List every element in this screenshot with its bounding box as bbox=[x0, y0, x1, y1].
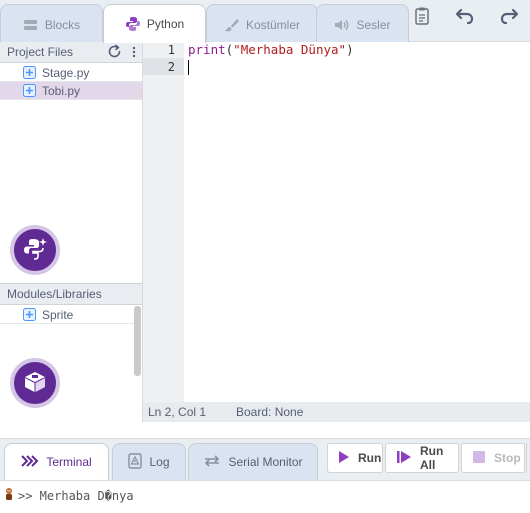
undo-button[interactable] bbox=[454, 6, 476, 28]
python-icon bbox=[125, 16, 141, 32]
top-tab-strip: Blocks Python Kostümler Sesler bbox=[0, 0, 530, 44]
tab-terminal-label: Terminal bbox=[46, 455, 92, 469]
add-library-button[interactable] bbox=[10, 358, 60, 408]
stop-icon bbox=[472, 450, 486, 467]
stop-label: Stop bbox=[494, 451, 521, 465]
blocks-icon bbox=[23, 17, 39, 33]
run-button[interactable]: Run bbox=[327, 443, 383, 473]
redo-button[interactable] bbox=[498, 6, 520, 28]
tab-python[interactable]: Python bbox=[103, 4, 206, 43]
undo-icon bbox=[455, 7, 475, 28]
stop-button[interactable]: Stop bbox=[461, 443, 525, 473]
python-file-icon bbox=[23, 66, 36, 79]
more-vertical-icon[interactable] bbox=[132, 46, 136, 61]
board-status: Board: None bbox=[236, 405, 304, 419]
sprite-avatar-icon bbox=[3, 487, 15, 501]
text-cursor bbox=[188, 60, 189, 75]
tab-blocks-label: Blocks bbox=[44, 17, 81, 32]
line-number: 2 bbox=[167, 60, 175, 74]
code-keyword: print bbox=[188, 42, 226, 57]
clipboard-icon bbox=[414, 6, 430, 29]
status-bar: Ln 2, Col 1 Board: None bbox=[143, 402, 530, 422]
tab-terminal[interactable]: Terminal bbox=[4, 443, 109, 480]
project-files-title: Project Files bbox=[7, 45, 74, 59]
run-label: Run bbox=[358, 451, 382, 465]
redo-icon bbox=[499, 7, 519, 28]
tab-log[interactable]: Log bbox=[112, 443, 186, 480]
speaker-icon bbox=[334, 17, 350, 33]
play-all-icon bbox=[396, 450, 412, 467]
brush-icon bbox=[224, 17, 240, 33]
module-item-label: Sprite bbox=[42, 307, 74, 322]
code-string: "Merhaba Dünya" bbox=[233, 42, 347, 57]
cursor-position: Ln 2, Col 1 bbox=[148, 405, 207, 419]
add-python-file-button[interactable] bbox=[10, 225, 60, 275]
package-icon bbox=[23, 370, 47, 397]
module-item-sprite[interactable]: Sprite bbox=[0, 306, 134, 324]
tab-costumes[interactable]: Kostümler bbox=[206, 4, 318, 44]
tab-log-label: Log bbox=[149, 455, 170, 469]
code-editor[interactable]: 1 2 print("Merhaba Dünya") bbox=[143, 42, 530, 402]
modules-header: Modules/Libraries bbox=[0, 283, 142, 305]
clipboard-button[interactable] bbox=[411, 6, 433, 28]
code-line[interactable]: print("Merhaba Dünya") bbox=[188, 42, 354, 57]
run-all-button[interactable]: Run All bbox=[385, 443, 459, 473]
code-paren-close: ) bbox=[346, 42, 354, 57]
tab-sounds-label: Sesler bbox=[356, 17, 391, 32]
terminal-line: >> Merhaba D�nya bbox=[18, 489, 134, 503]
chevrons-right-icon bbox=[21, 454, 39, 470]
tab-serial-label: Serial Monitor bbox=[228, 455, 303, 469]
project-files-header: Project Files bbox=[0, 42, 142, 63]
play-icon bbox=[338, 450, 350, 467]
log-icon bbox=[128, 452, 143, 472]
tab-serial-monitor[interactable]: Serial Monitor bbox=[188, 443, 318, 480]
control-bar-edge bbox=[526, 443, 530, 473]
python-file-icon bbox=[23, 84, 36, 97]
left-panel: Project Files Stage.py Tobi.py Modules/L… bbox=[0, 42, 143, 422]
arrows-horizontal-icon bbox=[203, 454, 221, 470]
tab-sounds[interactable]: Sesler bbox=[316, 4, 409, 44]
refresh-icon[interactable] bbox=[107, 44, 122, 62]
tab-python-label: Python bbox=[146, 17, 185, 31]
tab-costumes-label: Kostümler bbox=[245, 17, 301, 32]
run-all-label: Run All bbox=[420, 444, 444, 472]
file-item-label: Tobi.py bbox=[42, 83, 81, 98]
line-number: 1 bbox=[167, 43, 175, 57]
modules-title: Modules/Libraries bbox=[7, 287, 102, 301]
terminal-output[interactable]: >> Merhaba D�nya bbox=[0, 480, 530, 513]
file-item-tobi[interactable]: Tobi.py bbox=[0, 82, 142, 100]
file-item-label: Stage.py bbox=[42, 65, 90, 80]
python-file-icon bbox=[23, 308, 36, 321]
line-number-gutter bbox=[143, 42, 184, 402]
tab-blocks[interactable]: Blocks bbox=[0, 4, 103, 44]
modules-scrollbar[interactable] bbox=[134, 306, 141, 376]
python-sparkle-icon bbox=[22, 236, 48, 265]
file-item-stage[interactable]: Stage.py bbox=[0, 64, 142, 82]
